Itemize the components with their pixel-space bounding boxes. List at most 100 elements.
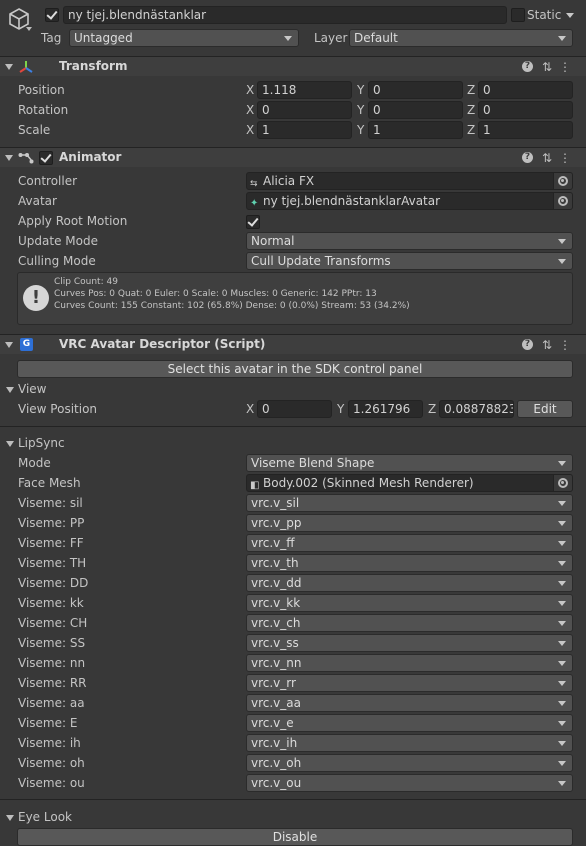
- chevron-down-icon: [558, 661, 566, 666]
- view-position-x-input[interactable]: 0: [257, 400, 332, 418]
- animator-header[interactable]: Animator ? ⇅ ⋮: [0, 147, 586, 167]
- help-icon[interactable]: ?: [522, 339, 533, 350]
- avatar-field[interactable]: ✦ ny tjej.blendnästanklarAvatar: [246, 192, 573, 210]
- update-mode-dropdown[interactable]: Normal: [246, 232, 573, 250]
- view-position-y-input[interactable]: 1.261796: [348, 400, 423, 418]
- kebab-menu-icon[interactable]: ⋮: [558, 59, 572, 75]
- viseme-dropdown[interactable]: vrc.v_nn: [246, 654, 573, 672]
- lipsync-section-label[interactable]: LipSync: [18, 434, 65, 452]
- viseme-value: vrc.v_ch: [251, 616, 301, 630]
- kebab-menu-icon[interactable]: ⋮: [558, 150, 572, 166]
- foldout-arrow-icon[interactable]: [5, 342, 13, 348]
- viseme-label: Viseme: sil: [18, 496, 83, 510]
- axis-x-label: X: [246, 83, 255, 97]
- edit-view-button[interactable]: Edit: [517, 400, 573, 418]
- tag-value: Untagged: [74, 31, 133, 45]
- lipsync-mode-dropdown[interactable]: Viseme Blend Shape: [246, 454, 573, 472]
- active-checkbox[interactable]: [45, 8, 59, 22]
- scale-y-input[interactable]: 1: [368, 121, 463, 139]
- scale-z-input[interactable]: 1: [478, 121, 573, 139]
- presets-icon[interactable]: ⇅: [540, 337, 554, 353]
- tag-label: Tag: [41, 31, 62, 45]
- viseme-label: Viseme: ih: [18, 736, 81, 750]
- chevron-down-icon: [558, 721, 566, 726]
- viseme-dropdown[interactable]: vrc.v_ch: [246, 614, 573, 632]
- transform-header[interactable]: Transform ? ⇅ ⋮: [0, 56, 586, 76]
- viseme-label: Viseme: RR: [18, 676, 87, 690]
- foldout-arrow-icon[interactable]: [5, 155, 13, 161]
- viseme-value: vrc.v_aa: [251, 696, 301, 710]
- help-icon[interactable]: ?: [522, 61, 533, 72]
- object-picker-icon[interactable]: [553, 173, 572, 189]
- rotation-z-input[interactable]: 0: [478, 101, 573, 119]
- vrc-avatar-descriptor-header[interactable]: G VRC Avatar Descriptor (Script) ? ⇅ ⋮: [0, 334, 586, 354]
- eye-look-section-label[interactable]: Eye Look: [18, 808, 72, 826]
- face-mesh-field[interactable]: ◧ Body.002 (Skinned Mesh Renderer): [246, 474, 573, 492]
- viseme-dropdown[interactable]: vrc.v_ss: [246, 634, 573, 652]
- eye-look-disable-button[interactable]: Disable: [17, 828, 573, 846]
- axis-y-label: Y: [357, 123, 365, 137]
- viseme-dropdown[interactable]: vrc.v_e: [246, 714, 573, 732]
- viseme-dropdown[interactable]: vrc.v_kk: [246, 594, 573, 612]
- chevron-down-icon: [558, 641, 566, 646]
- chevron-down-icon: [558, 259, 566, 264]
- avatar-icon: ✦: [250, 198, 259, 209]
- viseme-dropdown[interactable]: vrc.v_oh: [246, 754, 573, 772]
- chevron-down-icon: [558, 521, 566, 526]
- foldout-arrow-icon[interactable]: [5, 64, 13, 70]
- chevron-down-icon: [558, 681, 566, 686]
- object-picker-icon[interactable]: [553, 475, 572, 491]
- position-z-input[interactable]: 0: [478, 81, 573, 99]
- section-divider: [0, 426, 586, 427]
- view-foldout-arrow-icon[interactable]: [6, 387, 14, 393]
- eye-look-foldout-arrow-icon[interactable]: [6, 815, 14, 821]
- viseme-dropdown[interactable]: vrc.v_rr: [246, 674, 573, 692]
- help-icon[interactable]: ?: [522, 152, 533, 163]
- info-line: Curves Count: 155 Constant: 102 (65.8%) …: [54, 301, 410, 311]
- position-y-input[interactable]: 0: [368, 81, 463, 99]
- object-name-input[interactable]: ny tjej.blendnästanklar: [63, 6, 507, 24]
- static-checkbox[interactable]: [511, 8, 525, 22]
- rotation-x-input[interactable]: 0: [257, 101, 352, 119]
- kebab-menu-icon[interactable]: ⋮: [558, 337, 572, 353]
- layer-dropdown[interactable]: Default: [349, 29, 573, 47]
- presets-icon[interactable]: ⇅: [540, 150, 554, 166]
- viseme-label: Viseme: kk: [18, 596, 84, 610]
- controller-field[interactable]: ⇆ Alicia FX: [246, 172, 573, 190]
- chevron-down-icon: [558, 581, 566, 586]
- position-x-input[interactable]: 1.118: [257, 81, 352, 99]
- animator-enabled-checkbox[interactable]: [39, 151, 53, 165]
- vrc-avatar-descriptor-title: VRC Avatar Descriptor (Script): [59, 337, 266, 351]
- rotation-y-input[interactable]: 0: [368, 101, 463, 119]
- view-position-z-input[interactable]: 0.08878823: [439, 400, 514, 418]
- static-dropdown-caret[interactable]: [566, 13, 574, 18]
- scale-x-input[interactable]: 1: [257, 121, 352, 139]
- chevron-down-icon: [558, 601, 566, 606]
- avatar-value: ny tjej.blendnästanklarAvatar: [263, 194, 441, 208]
- viseme-value: vrc.v_sil: [251, 496, 300, 510]
- axis-y-label: Y: [357, 103, 365, 117]
- axis-x-label: X: [246, 123, 255, 137]
- viseme-label: Viseme: DD: [18, 576, 89, 590]
- transform-title: Transform: [59, 59, 128, 73]
- view-section-label[interactable]: View: [18, 380, 46, 398]
- skinned-mesh-icon: ◧: [250, 480, 260, 491]
- chevron-down-icon: [558, 501, 566, 506]
- tag-dropdown[interactable]: Untagged: [69, 29, 299, 47]
- viseme-dropdown[interactable]: vrc.v_aa: [246, 694, 573, 712]
- chevron-down-icon[interactable]: [26, 27, 32, 31]
- viseme-dropdown[interactable]: vrc.v_sil: [246, 494, 573, 512]
- viseme-dropdown[interactable]: vrc.v_ou: [246, 774, 573, 792]
- viseme-dropdown[interactable]: vrc.v_pp: [246, 514, 573, 532]
- presets-icon[interactable]: ⇅: [540, 59, 554, 75]
- viseme-dropdown[interactable]: vrc.v_ih: [246, 734, 573, 752]
- lipsync-foldout-arrow-icon[interactable]: [6, 441, 14, 447]
- apply-root-motion-checkbox[interactable]: [246, 215, 260, 229]
- viseme-dropdown[interactable]: vrc.v_ff: [246, 534, 573, 552]
- avatar-label: Avatar: [18, 194, 57, 208]
- culling-mode-dropdown[interactable]: Cull Update Transforms: [246, 252, 573, 270]
- viseme-dropdown[interactable]: vrc.v_th: [246, 554, 573, 572]
- object-picker-icon[interactable]: [553, 193, 572, 209]
- viseme-dropdown[interactable]: vrc.v_dd: [246, 574, 573, 592]
- select-avatar-sdk-button[interactable]: Select this avatar in the SDK control pa…: [17, 360, 573, 378]
